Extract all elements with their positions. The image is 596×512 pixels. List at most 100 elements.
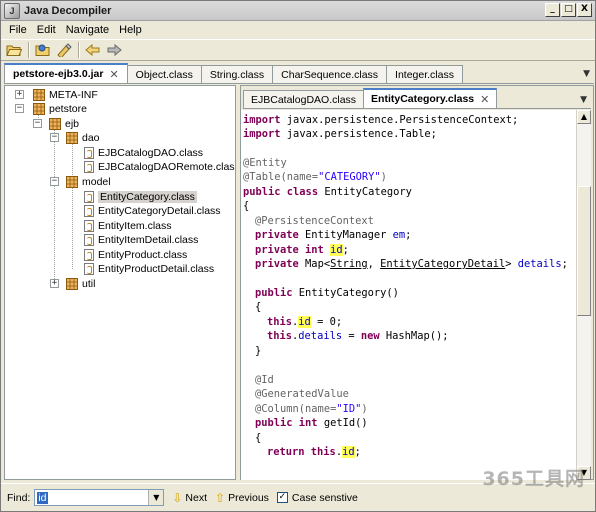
tree-label: EntityProduct.class: [98, 249, 188, 261]
tree-node-ejbcatalogdaoremote-class[interactable]: EJBCatalogDAORemote.class: [84, 160, 235, 174]
tree-node-util[interactable]: + util: [50, 277, 95, 291]
expand-icon[interactable]: +: [50, 279, 59, 288]
code-line: @GeneratedValue: [255, 388, 349, 400]
code-line: public int getId(): [255, 417, 368, 429]
case-sensitive-label: Case senstive: [291, 491, 358, 504]
tab-string-class[interactable]: String.class: [200, 65, 274, 83]
tab-object-class[interactable]: Object.class: [126, 65, 202, 83]
tree-node-dao[interactable]: − dao: [50, 131, 100, 145]
find-input-value: id: [37, 491, 48, 504]
tab-label: String.class: [209, 68, 265, 81]
code-line: }: [255, 345, 262, 357]
code-line: this.details = new HashMap();: [267, 330, 449, 342]
menu-bar: File Edit Navigate Help: [1, 21, 595, 39]
tree-node-entityproductdetail-class[interactable]: EntityProductDetail.class: [84, 262, 214, 276]
toolbar-separator: [28, 42, 30, 58]
class-file-icon: [84, 161, 94, 173]
find-label: Find:: [7, 491, 31, 504]
tree-label: model: [82, 176, 111, 188]
tree-node-petstore[interactable]: − petstore: [15, 102, 87, 116]
package-tree: + META-INF − petstore − ejb − dao EJBCat…: [4, 85, 236, 480]
tree-label: ejb: [65, 118, 80, 130]
collapse-icon[interactable]: −: [15, 104, 24, 113]
tree-node-model[interactable]: − model: [50, 175, 111, 189]
open-type-hierarchy-button[interactable]: [54, 41, 74, 59]
toolbar: [1, 39, 595, 61]
code-line: public EntityCategory(): [255, 287, 399, 299]
tree-node-meta-inf[interactable]: + META-INF: [15, 88, 98, 102]
tree-label: META-INF: [49, 89, 98, 101]
find-next-button[interactable]: ⇩ Next: [172, 491, 207, 505]
window-title: Java Decompiler: [24, 4, 112, 17]
collapse-icon[interactable]: −: [50, 177, 59, 186]
close-icon[interactable]: ✕: [109, 68, 118, 81]
tab-label: EJBCatalogDAO.class: [251, 93, 357, 106]
open-type-button[interactable]: [33, 41, 53, 59]
minimize-button[interactable]: _: [545, 3, 560, 17]
find-input[interactable]: id ▼: [34, 489, 165, 506]
menu-file[interactable]: File: [4, 24, 32, 36]
code-line: @Table(name="CATEGORY"): [243, 171, 387, 183]
collapse-icon[interactable]: −: [50, 133, 59, 142]
code-line: private int id;: [255, 244, 349, 256]
scroll-up-icon[interactable]: ▲: [577, 110, 591, 124]
tree-node-entityitem-class[interactable]: EntityItem.class: [84, 219, 172, 233]
tab-label: EntityCategory.class: [371, 93, 475, 105]
tree-node-entityproduct-class[interactable]: EntityProduct.class: [84, 248, 187, 262]
scroll-thumb[interactable]: [577, 186, 591, 316]
class-file-icon: [84, 234, 94, 246]
tree-node-entitycategory-class[interactable]: EntityCategory.class: [84, 190, 197, 204]
tree-node-entityitemdetail-class[interactable]: EntityItemDetail.class: [84, 233, 198, 247]
tree-label: EntityProductDetail.class: [98, 263, 215, 275]
tab-list-dropdown-icon[interactable]: ▼: [580, 95, 587, 105]
menu-help[interactable]: Help: [114, 24, 147, 36]
code-line: {: [243, 200, 250, 212]
forward-button[interactable]: [104, 41, 124, 59]
tab-list-dropdown-icon[interactable]: ▼: [583, 69, 590, 79]
class-file-icon: [84, 205, 94, 217]
chevron-down-icon[interactable]: ▼: [148, 490, 164, 505]
tab-label: Object.class: [135, 68, 193, 81]
expand-icon[interactable]: +: [15, 90, 24, 99]
down-arrow-icon: ⇩: [172, 490, 183, 505]
open-file-button[interactable]: [4, 41, 24, 59]
watermark-logo: 365工具网: [482, 468, 585, 490]
tree-guide: [72, 144, 73, 175]
back-button[interactable]: [83, 41, 103, 59]
tree-node-ejb[interactable]: − ejb: [33, 117, 79, 131]
code-line: this.id = 0;: [267, 316, 343, 328]
package-icon: [33, 89, 45, 101]
tree-guide: [72, 188, 73, 269]
close-button[interactable]: X: [577, 3, 592, 17]
checkbox-check-icon[interactable]: ✓: [276, 492, 288, 503]
java-decompiler-app-icon: J: [4, 2, 20, 19]
tree-node-ejbcatalogdao-class[interactable]: EJBCatalogDAO.class: [84, 146, 203, 160]
tab-label: petstore-ejb3.0.jar: [13, 68, 104, 80]
tree-label: EntityItem.class: [98, 220, 172, 232]
vertical-scrollbar[interactable]: ▲ ▼: [576, 110, 591, 480]
tree-label: EntityCategory.class: [98, 191, 197, 203]
menu-navigate[interactable]: Navigate: [61, 24, 114, 36]
class-file-icon: [84, 191, 94, 203]
java-decompiler-window: J Java Decompiler _ □ X File Edit Naviga…: [0, 0, 596, 512]
package-icon: [66, 176, 78, 188]
open-file-icon: [6, 45, 22, 56]
close-icon[interactable]: ✕: [480, 93, 489, 106]
tree-node-entitycategorydetail-class[interactable]: EntityCategoryDetail.class: [84, 204, 221, 218]
code-line: import javax.persistence.Table;: [243, 128, 437, 140]
package-icon: [66, 132, 78, 144]
tab-ejbcatalogdao-class[interactable]: EJBCatalogDAO.class: [243, 90, 365, 108]
collapse-icon[interactable]: −: [33, 119, 42, 128]
menu-edit[interactable]: Edit: [32, 24, 61, 36]
tab-charsequence-class[interactable]: CharSequence.class: [272, 65, 388, 83]
tab-label: Integer.class: [395, 68, 454, 81]
tab-petstore-jar[interactable]: petstore-ejb3.0.jar ✕: [4, 63, 128, 83]
code-line: private Map<String, EntityCategoryDetail…: [255, 258, 568, 270]
find-previous-button[interactable]: ⇧ Previous: [215, 491, 269, 505]
tab-label: CharSequence.class: [281, 68, 379, 81]
case-sensitive-checkbox[interactable]: ✓ Case senstive: [276, 491, 358, 504]
code-view[interactable]: import javax.persistence.PersistenceCont…: [241, 110, 577, 480]
tab-integer-class[interactable]: Integer.class: [386, 65, 463, 83]
maximize-button[interactable]: □: [561, 3, 576, 17]
tab-entitycategory-class[interactable]: EntityCategory.class ✕: [363, 88, 498, 108]
